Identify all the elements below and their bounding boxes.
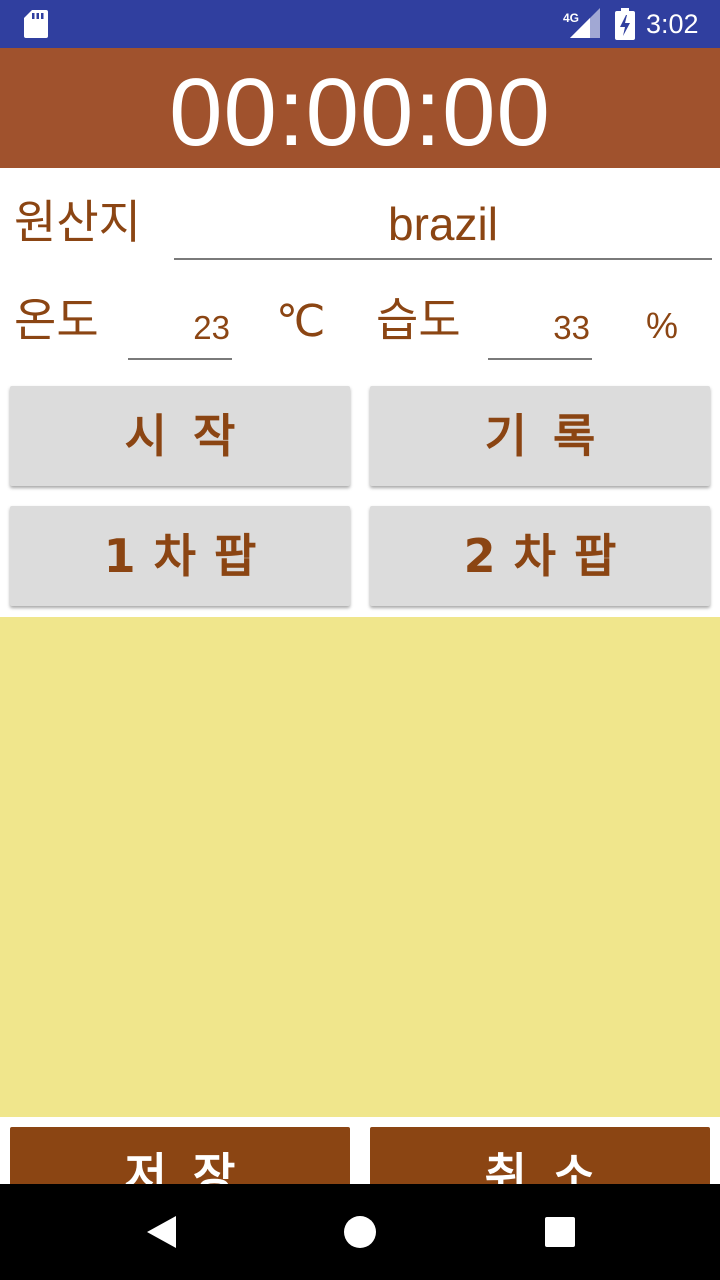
first-crack-button[interactable]: 1차팝 — [10, 506, 350, 606]
timer-panel: 00:00:00 — [0, 48, 720, 168]
record-button[interactable]: 기록 — [370, 386, 710, 486]
navigation-bar — [0, 1184, 720, 1280]
origin-input-underline — [174, 258, 712, 260]
home-icon[interactable] — [343, 1215, 377, 1249]
signal-icon: 4G — [563, 8, 600, 38]
humidity-unit-label: % — [646, 305, 679, 346]
network-type-label: 4G — [563, 11, 579, 25]
temperature-input-underline — [128, 358, 232, 360]
temperature-input[interactable]: 23 — [128, 306, 232, 350]
start-button-label: 시작 — [124, 409, 262, 463]
first-crack-button-label: 1차팝 — [103, 529, 275, 583]
status-bar: 4G 3:02 — [0, 0, 720, 48]
origin-input[interactable]: brazil — [174, 194, 712, 254]
start-button[interactable]: 시작 — [10, 386, 350, 486]
timer-display: 00:00:00 — [169, 59, 551, 166]
sd-card-icon — [24, 10, 48, 38]
back-icon[interactable] — [144, 1214, 180, 1250]
record-button-label: 기록 — [484, 409, 622, 463]
temperature-label: 온도 — [14, 293, 99, 347]
origin-label: 원산지 — [14, 195, 141, 249]
recent-apps-icon[interactable] — [545, 1217, 575, 1247]
battery-charging-icon — [615, 8, 635, 40]
second-crack-button[interactable]: 2차팝 — [370, 506, 710, 606]
second-crack-button-label: 2차팝 — [463, 529, 635, 583]
status-clock: 3:02 — [646, 9, 699, 39]
humidity-input[interactable]: 33 — [488, 306, 592, 350]
humidity-input-underline — [488, 358, 592, 360]
humidity-label: 습도 — [376, 293, 461, 347]
roast-log-area[interactable] — [0, 617, 720, 1117]
temperature-unit-label: ℃ — [276, 296, 326, 347]
